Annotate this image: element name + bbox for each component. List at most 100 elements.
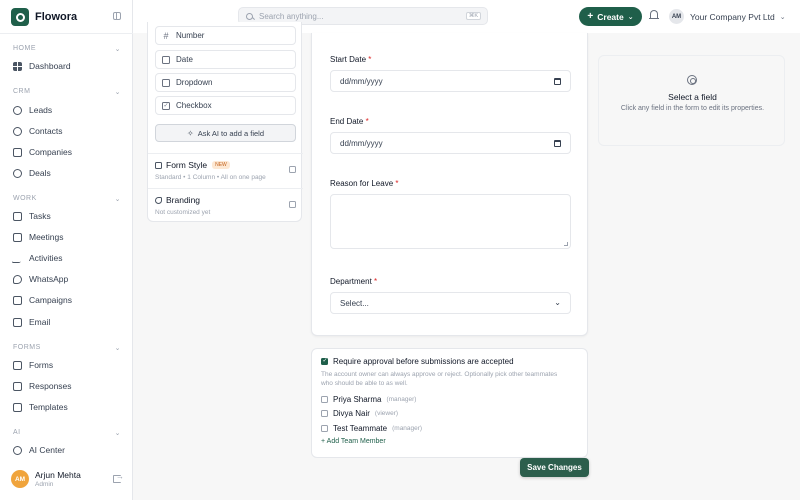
branding-option[interactable]: Branding Not customized yet	[148, 188, 303, 222]
sidebar-item-email[interactable]: Email	[13, 314, 123, 330]
user-profile[interactable]: AM Arjun Mehta Admin	[11, 468, 124, 490]
sidebar-divider	[0, 33, 133, 34]
bell-icon[interactable]	[649, 10, 659, 19]
department-select[interactable]: Select... ⌄	[330, 292, 571, 314]
reason-textarea[interactable]	[330, 194, 571, 249]
field-option-number[interactable]: # Number	[155, 26, 296, 45]
pulse-icon	[11, 253, 24, 263]
chevron-down-icon: ⌄	[114, 345, 121, 352]
ask-ai-button[interactable]: ✧ Ask AI to add a field	[155, 124, 296, 142]
sidebar-item-contacts[interactable]: Contacts	[13, 123, 123, 139]
sparkle-icon	[13, 445, 22, 455]
section-crm[interactable]: CRM ⌄	[13, 88, 121, 96]
field-option-dropdown[interactable]: Dropdown	[155, 73, 296, 92]
field-option-date[interactable]: Date	[155, 50, 296, 69]
sparkle-icon: ✧	[187, 128, 194, 138]
checkbox[interactable]	[321, 410, 328, 417]
end-date-input[interactable]: dd/mm/yyyy	[330, 132, 571, 154]
chevron-down-icon: ⌄	[114, 430, 121, 437]
user-plus-icon	[13, 105, 22, 115]
company-avatar: AM	[669, 9, 684, 24]
branding-subtitle: Not customized yet	[155, 209, 211, 216]
edit-icon	[289, 166, 296, 173]
sidebar-item-responses[interactable]: Responses	[13, 378, 123, 394]
search-icon	[246, 12, 253, 20]
chevron-down-icon: ⌄	[627, 13, 634, 21]
field-option-checkbox[interactable]: ✓ Checkbox	[155, 96, 296, 115]
user-name: Arjun Mehta	[35, 470, 81, 480]
resize-handle[interactable]	[564, 242, 568, 246]
calendar-icon[interactable]	[554, 140, 561, 147]
form-style-title: Form Style	[166, 160, 208, 170]
edit-icon	[289, 201, 296, 208]
form-style-option[interactable]: Form Style NEW Standard • 1 Column • All…	[148, 153, 303, 187]
sidebar-item-forms[interactable]: Forms	[13, 357, 123, 373]
form-preview: Start Date * dd/mm/yyyy End Date * dd/mm…	[311, 33, 588, 336]
sidebar-item-leads[interactable]: Leads	[13, 102, 123, 118]
calendar-icon	[162, 55, 170, 64]
hash-icon: #	[163, 30, 169, 41]
brand[interactable]: Flowora	[11, 8, 77, 26]
chevron-down-icon: ⌄	[114, 89, 121, 96]
search-placeholder: Search anything...	[259, 11, 324, 21]
checklist-icon	[13, 211, 22, 221]
chevron-down-icon: ⌄	[779, 13, 786, 21]
company-switcher[interactable]: AM Your Company Pvt Ltd ⌄	[669, 9, 786, 24]
megaphone-icon	[13, 295, 22, 305]
department-label: Department *	[330, 277, 378, 286]
sidebar-item-companies[interactable]: Companies	[13, 144, 123, 160]
branding-title: Branding	[166, 195, 201, 205]
properties-panel: Select a field Click any field in the fo…	[598, 55, 785, 146]
chevron-down-icon: ⌄	[554, 298, 561, 307]
add-team-member-link[interactable]: + Add Team Member	[321, 438, 386, 445]
logout-icon[interactable]	[113, 472, 124, 483]
section-ai[interactable]: AI ⌄	[13, 429, 121, 437]
user-role: Admin	[35, 481, 54, 488]
sidebar-item-ai-center[interactable]: AI Center	[13, 442, 123, 458]
form-icon	[13, 360, 22, 370]
company-name: Your Company Pvt Ltd	[690, 11, 775, 22]
section-work[interactable]: WORK ⌄	[13, 195, 121, 203]
checkbox[interactable]	[321, 425, 328, 432]
sidebar-item-meetings[interactable]: Meetings	[13, 229, 123, 245]
properties-title: Select a field	[668, 92, 717, 102]
start-date-input[interactable]: dd/mm/yyyy	[330, 70, 571, 92]
chevron-down-icon: ⌄	[114, 196, 121, 203]
approval-settings: Require approval before submissions are …	[311, 348, 588, 458]
sidebar-item-templates[interactable]: Templates	[13, 399, 123, 415]
sidebar-item-tasks[interactable]: Tasks	[13, 208, 123, 224]
start-date-label: Start Date *	[330, 55, 372, 64]
pointer-icon	[687, 75, 697, 85]
calendar-icon[interactable]	[554, 78, 561, 85]
dropdown-icon	[162, 78, 170, 87]
sidebar-item-deals[interactable]: Deals	[13, 165, 123, 181]
reason-label: Reason for Leave *	[330, 179, 399, 188]
sidebar: Flowora HOME ⌄ Dashboard CRM ⌄ Leads Conta…	[0, 0, 133, 500]
field-palette: # Number Date Dropdown ✓ Checkbox ✧ Ask …	[147, 22, 303, 222]
search-shortcut: ⌘K	[465, 12, 481, 20]
section-home[interactable]: HOME ⌄	[13, 45, 121, 53]
palette-icon	[155, 196, 162, 204]
approval-help-text: The account owner can always approve or …	[321, 371, 558, 387]
save-changes-button[interactable]: Save Changes	[520, 458, 589, 477]
sidebar-item-campaigns[interactable]: Campaigns	[13, 292, 123, 308]
end-date-label: End Date *	[330, 117, 369, 126]
member-priya-sharma[interactable]: Priya Sharma (manager)	[321, 395, 416, 404]
create-button[interactable]: + Create ⌄	[579, 7, 642, 26]
checkbox[interactable]	[321, 396, 328, 403]
sidebar-item-dashboard[interactable]: Dashboard	[13, 58, 123, 74]
building-icon	[13, 147, 22, 157]
inbox-icon	[13, 381, 22, 391]
chevron-down-icon: ⌄	[114, 46, 121, 53]
sidebar-collapse-icon[interactable]	[113, 12, 121, 20]
require-approval-checkbox[interactable]: Require approval before submissions are …	[321, 357, 514, 366]
member-divya-nair[interactable]: Divya Nair (viewer)	[321, 409, 398, 418]
member-test-teammate[interactable]: Test Teammate (manager)	[321, 424, 422, 433]
create-label: Create	[597, 11, 624, 22]
brand-name: Flowora	[35, 11, 78, 23]
plus-icon: +	[587, 11, 594, 22]
sidebar-item-whatsapp[interactable]: WhatsApp	[13, 271, 123, 287]
section-forms[interactable]: FORMS ⌄	[13, 344, 121, 352]
sidebar-item-activities[interactable]: Activities	[11, 250, 123, 266]
checkbox-checked[interactable]	[321, 357, 328, 365]
